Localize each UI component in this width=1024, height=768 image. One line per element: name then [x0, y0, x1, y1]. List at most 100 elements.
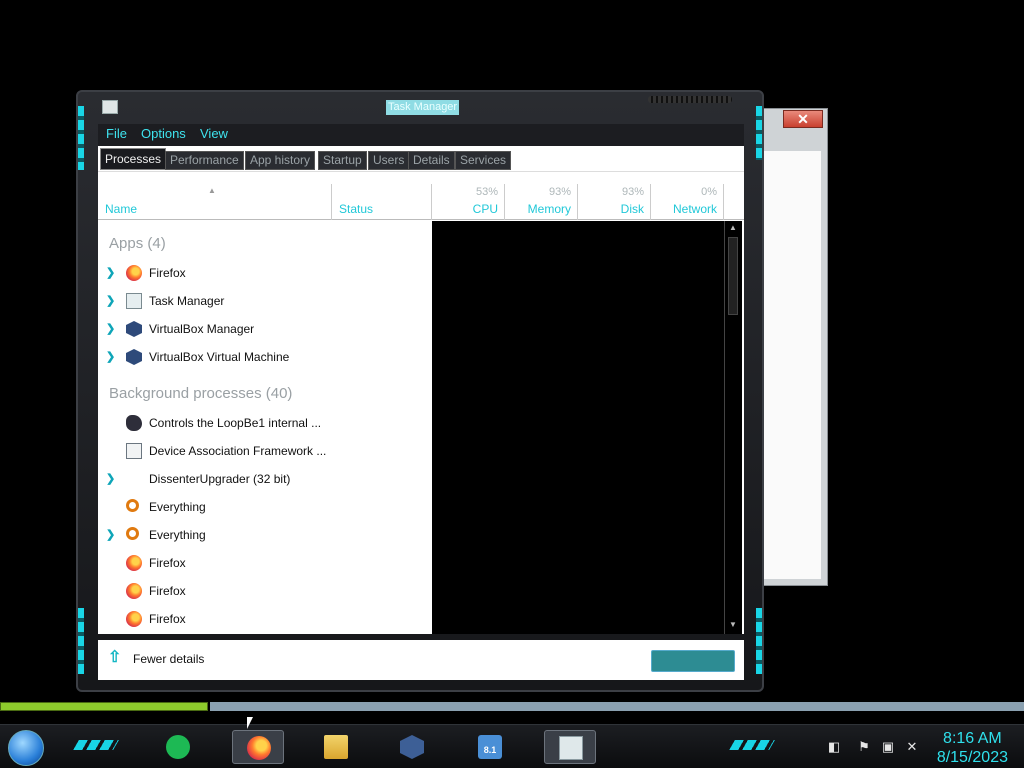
virtualbox-icon	[126, 321, 142, 337]
column-memory[interactable]: 93% Memory	[505, 184, 578, 220]
desktop: ✕ Task Manager File Options View Process…	[0, 0, 1024, 768]
taskbar: 8.1 ◧ ⚑ ▣ ✕ 8:16 AM 8/15/2023	[0, 724, 1024, 768]
tab-processes[interactable]: Processes	[100, 148, 167, 170]
menu-file[interactable]: File	[106, 126, 127, 141]
task-manager-window: Task Manager File Options View Processes…	[76, 90, 764, 692]
background-window[interactable]: ✕	[756, 108, 828, 586]
background-window-close-button[interactable]: ✕	[783, 110, 823, 128]
column-disk-label: Disk	[620, 202, 644, 216]
system-clock[interactable]: 8:16 AM 8/15/2023	[937, 729, 1008, 767]
firefox-icon	[126, 555, 142, 571]
expand-chevron-icon[interactable]: ❯	[106, 528, 116, 541]
column-network-label: Network	[672, 202, 717, 216]
dissenter-icon	[126, 471, 142, 487]
clock-time: 8:16 AM	[943, 730, 1002, 747]
column-name[interactable]: Name	[98, 184, 332, 220]
tab-startup[interactable]: Startup	[318, 151, 367, 170]
memory-usage-percent: 93%	[548, 186, 571, 198]
process-row[interactable]: Controls the LoopBe1 internal ...	[98, 409, 432, 437]
device-icon	[126, 443, 142, 459]
everything-icon	[126, 499, 139, 512]
process-name: Controls the LoopBe1 internal ...	[149, 416, 322, 430]
process-row[interactable]: ❯ Everything	[98, 521, 432, 549]
column-header-row: ▲ Name Status 53% CPU 93% Memory 93% Dis…	[98, 172, 744, 220]
scroll-thumb[interactable]	[728, 237, 738, 315]
start-button[interactable]	[8, 730, 44, 766]
process-name: Firefox	[149, 556, 186, 570]
usage-columns-area	[432, 221, 724, 634]
group-header-apps: Apps (4)	[109, 235, 166, 252]
vertical-scrollbar[interactable]: ▲ ▼	[724, 221, 742, 634]
expand-chevron-icon[interactable]: ❯	[106, 472, 116, 485]
firefox-icon	[126, 611, 142, 627]
process-name: Firefox	[149, 266, 186, 280]
expand-chevron-icon[interactable]: ❯	[106, 294, 116, 307]
tab-details[interactable]: Details	[408, 151, 455, 170]
flag-icon[interactable]: ⚑	[856, 739, 872, 755]
taskbar-firefox[interactable]	[232, 730, 284, 764]
process-row[interactable]: Firefox	[98, 577, 432, 605]
process-row[interactable]: ❯ VirtualBox Manager	[98, 315, 432, 343]
column-status[interactable]: Status	[332, 184, 432, 220]
volume-muted-icon[interactable]: ✕	[904, 739, 920, 755]
firefox-icon	[126, 265, 142, 281]
taskbar-task-manager[interactable]	[544, 730, 596, 764]
column-name-label: Name	[105, 202, 138, 216]
taskbar-file-explorer[interactable]	[310, 730, 362, 764]
tab-users[interactable]: Users	[368, 151, 410, 170]
process-row[interactable]: ❯ Firefox	[98, 259, 432, 287]
fewer-details-link[interactable]: Fewer details	[133, 652, 204, 666]
window-title: Task Manager	[386, 100, 460, 115]
process-name: Device Association Framework ...	[149, 444, 327, 458]
expand-chevron-icon[interactable]: ❯	[106, 266, 116, 279]
column-memory-label: Memory	[527, 202, 571, 216]
scroll-down-arrow-icon[interactable]: ▼	[727, 620, 739, 632]
process-row[interactable]: ❯ Task Manager	[98, 287, 432, 315]
menu-options[interactable]: Options	[141, 126, 186, 141]
process-name: Firefox	[149, 612, 186, 626]
task-manager-title-icon	[102, 100, 118, 114]
everything-icon	[126, 527, 139, 540]
tray-app-icon[interactable]: ◧	[826, 739, 842, 755]
task-manager-icon	[559, 736, 583, 760]
background-window-content	[759, 151, 821, 579]
process-name: VirtualBox Virtual Machine	[149, 350, 290, 364]
process-row[interactable]: Firefox	[98, 549, 432, 577]
process-name: VirtualBox Manager	[149, 322, 255, 336]
frame-grill-decoration	[648, 96, 732, 103]
taskbar-virtualbox[interactable]	[386, 730, 438, 764]
taskbar-spotify[interactable]	[152, 730, 204, 764]
taskbar-windows-vm[interactable]: 8.1	[464, 730, 516, 764]
menu-bar: File Options View	[98, 124, 744, 146]
cpu-usage-percent: 53%	[475, 186, 498, 198]
progress-strip	[0, 702, 208, 711]
processes-panel: ▲ Name Status 53% CPU 93% Memory 93% Dis…	[98, 172, 744, 634]
process-row[interactable]: Everything	[98, 493, 432, 521]
tab-app-history[interactable]: App history	[245, 151, 316, 170]
process-row[interactable]: ❯ DissenterUpgrader (32 bit)	[98, 465, 432, 493]
network-icon[interactable]: ▣	[880, 739, 896, 755]
disk-usage-percent: 93%	[621, 186, 644, 198]
column-cpu-label: CPU	[472, 202, 498, 216]
clock-date: 8/15/2023	[936, 749, 1008, 766]
tab-services[interactable]: Services	[455, 151, 512, 170]
footer-bar: ⇧ Fewer details	[98, 640, 744, 680]
process-name: Task Manager	[149, 294, 225, 308]
column-disk[interactable]: 93% Disk	[578, 184, 651, 220]
process-row[interactable]: Firefox	[98, 605, 432, 633]
process-row[interactable]: ❯ VirtualBox Virtual Machine	[98, 343, 432, 371]
column-cpu[interactable]: 53% CPU	[432, 184, 505, 220]
fewer-details-arrow-icon[interactable]: ⇧	[108, 650, 124, 666]
column-status-label: Status	[339, 202, 374, 216]
expand-chevron-icon[interactable]: ❯	[106, 322, 116, 335]
column-network[interactable]: 0% Network	[651, 184, 724, 220]
scroll-up-arrow-icon[interactable]: ▲	[727, 223, 739, 235]
process-row[interactable]: Device Association Framework ...	[98, 437, 432, 465]
expand-chevron-icon[interactable]: ❯	[106, 350, 116, 363]
menu-view[interactable]: View	[200, 126, 228, 141]
process-name: Everything	[149, 528, 206, 542]
tab-bar: Processes Performance App history Startu…	[98, 146, 744, 172]
end-task-button[interactable]	[651, 650, 735, 672]
tab-performance[interactable]: Performance	[165, 151, 244, 170]
frame-decoration-left	[78, 608, 84, 674]
